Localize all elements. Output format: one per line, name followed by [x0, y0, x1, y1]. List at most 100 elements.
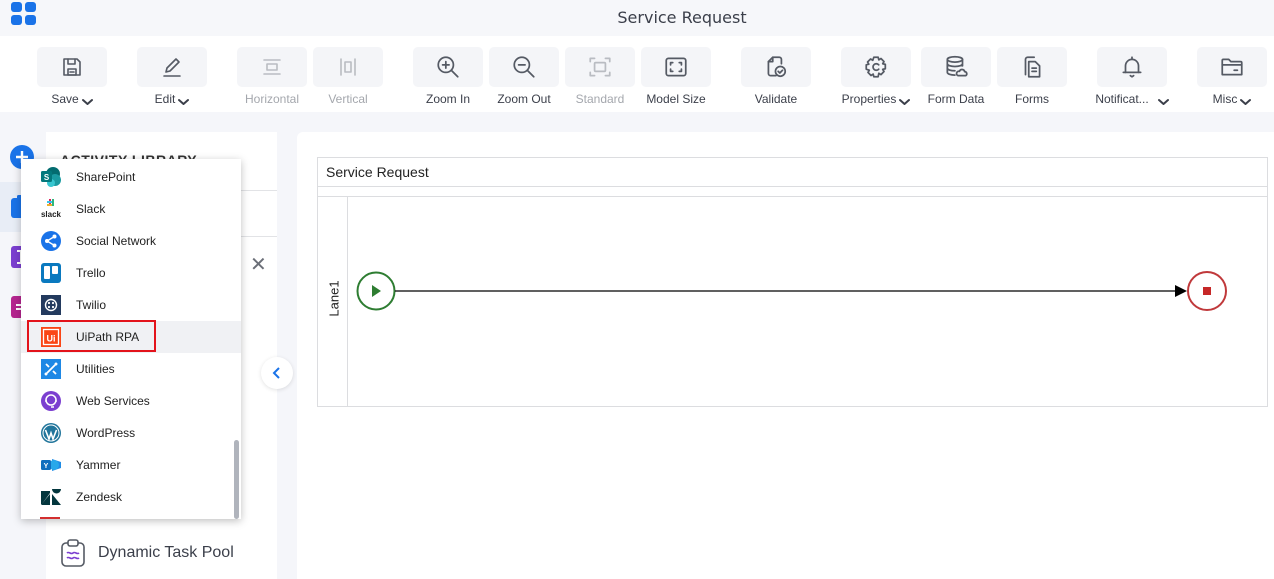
- chevron-down-icon: [1157, 95, 1169, 105]
- notifications-button[interactable]: Notificat...: [1095, 47, 1169, 106]
- chevron-down-icon: [178, 95, 190, 105]
- dropdown-item-web-services[interactable]: Web Services: [21, 385, 241, 417]
- validate-button[interactable]: Validate: [741, 47, 811, 106]
- dropdown-item-label: Twilio: [76, 298, 107, 312]
- model-size-label: Model Size: [646, 92, 706, 106]
- dropdown-item-trello[interactable]: Trello: [21, 257, 241, 289]
- flow-diagram: [356, 271, 1227, 311]
- standard-icon: [589, 57, 611, 77]
- vertical-icon: [340, 58, 356, 76]
- zoom-out-label: Zoom Out: [497, 92, 551, 106]
- dropdown-item-label: Utilities: [76, 362, 115, 376]
- chevron-left-icon: [272, 367, 280, 379]
- dropdown-item-utilities[interactable]: Utilities: [21, 353, 241, 385]
- save-button[interactable]: Save: [37, 47, 107, 106]
- dropdown-item-wordpress[interactable]: WordPress: [21, 417, 241, 449]
- standard-label: Standard: [575, 92, 625, 106]
- title-bar: Service Request: [0, 0, 1274, 36]
- database-icon: [946, 55, 968, 77]
- page-title: Service Request: [617, 8, 747, 27]
- horizontal-label: Horizontal: [244, 92, 300, 106]
- dropdown-item-partial: [40, 517, 60, 519]
- standard-button[interactable]: Standard: [565, 47, 635, 106]
- process-canvas[interactable]: Service Request Lane1: [297, 132, 1274, 579]
- dropdown-item-slack[interactable]: slack Slack: [21, 193, 241, 225]
- properties-label: Properties: [841, 92, 897, 106]
- gear-icon: [865, 56, 887, 78]
- dropdown-item-twilio[interactable]: Twilio: [21, 289, 241, 321]
- trello-icon: [40, 262, 62, 284]
- dropdown-item-zendesk[interactable]: Zendesk: [21, 481, 241, 513]
- edit-label: Edit: [154, 92, 176, 106]
- dropdown-item-label: Yammer: [76, 458, 121, 472]
- highlight-box: [27, 320, 156, 352]
- library-item-label: Dynamic Task Pool: [98, 544, 234, 561]
- utilities-icon: [40, 358, 62, 380]
- save-label: Save: [51, 92, 79, 106]
- folder-icon: [1221, 58, 1243, 76]
- dropdown-item-social-network[interactable]: Social Network: [21, 225, 241, 257]
- form-data-button[interactable]: Form Data: [921, 47, 991, 106]
- zoom-out-icon: [513, 56, 535, 78]
- wordpress-icon: [40, 422, 62, 444]
- zoom-out-button[interactable]: Zoom Out: [489, 47, 559, 106]
- dropdown-item-label: Zendesk: [76, 490, 123, 504]
- dropdown-item-label: Web Services: [76, 394, 150, 408]
- dropdown-scrollbar[interactable]: [234, 440, 239, 519]
- zoom-in-button[interactable]: Zoom In: [413, 47, 483, 106]
- validate-label: Validate: [754, 92, 798, 106]
- model-size-icon: [665, 57, 687, 77]
- library-item-dynamic-task-pool[interactable]: Dynamic Task Pool: [60, 538, 234, 568]
- toolbar: Save Edit Horizontal Vertical Zoom In Zo…: [0, 36, 1274, 112]
- dropdown-item-label: SharePoint: [76, 170, 136, 184]
- twilio-icon: [40, 294, 62, 316]
- slack-icon: slack: [40, 198, 62, 220]
- zendesk-icon: [40, 486, 62, 508]
- end-event[interactable]: [1187, 271, 1227, 311]
- svg-text:S: S: [44, 173, 50, 182]
- dropdown-item-yammer[interactable]: Y Yammer: [21, 449, 241, 481]
- share-icon: [40, 230, 62, 252]
- collapse-panel-button[interactable]: [261, 357, 293, 389]
- model-size-button[interactable]: Model Size: [641, 47, 711, 106]
- sharepoint-icon: S: [40, 166, 62, 188]
- zoom-in-label: Zoom In: [425, 92, 470, 106]
- arrowhead-icon: [1175, 285, 1187, 297]
- vertical-button[interactable]: Vertical: [313, 47, 383, 106]
- forms-button[interactable]: Forms: [997, 47, 1067, 106]
- dropdown-item-label: Social Network: [76, 234, 157, 248]
- sequence-flow[interactable]: [395, 285, 1187, 297]
- task-pool-icon: [61, 539, 85, 567]
- validate-icon: [767, 56, 787, 78]
- notifications-label: Notificat...: [1095, 92, 1149, 106]
- horizontal-button[interactable]: Horizontal: [237, 47, 307, 106]
- svg-text:slack: slack: [41, 210, 62, 219]
- dropdown-item-label: Trello: [76, 266, 106, 280]
- form-data-label: Form Data: [927, 92, 985, 106]
- horizontal-icon: [263, 59, 281, 75]
- web-services-icon: [40, 390, 62, 412]
- chevron-down-icon: [1240, 95, 1252, 105]
- close-icon[interactable]: ✕: [250, 252, 267, 277]
- stop-icon: [1203, 287, 1211, 295]
- bell-icon: [1122, 56, 1142, 78]
- forms-label: Forms: [1015, 92, 1049, 106]
- svg-text:Y: Y: [44, 463, 49, 470]
- start-event[interactable]: [356, 271, 396, 311]
- zoom-in-icon: [437, 56, 459, 78]
- vertical-label: Vertical: [328, 92, 368, 106]
- forms-icon: [1024, 56, 1041, 78]
- chevron-down-icon: [81, 95, 93, 105]
- save-icon: [63, 58, 81, 76]
- dropdown-item-label: WordPress: [76, 426, 136, 440]
- properties-button[interactable]: Properties: [841, 47, 911, 106]
- misc-label: Misc: [1212, 92, 1238, 106]
- dropdown-item-sharepoint[interactable]: S SharePoint: [21, 161, 241, 193]
- misc-button[interactable]: Misc: [1197, 47, 1267, 106]
- dropdown-item-label: Slack: [76, 202, 106, 216]
- yammer-icon: Y: [40, 454, 62, 476]
- connector-dropdown: S SharePoint slack Slack Social Network …: [21, 159, 241, 519]
- edit-icon: [163, 58, 181, 77]
- chevron-down-icon: [899, 95, 911, 105]
- edit-button[interactable]: Edit: [137, 47, 207, 106]
